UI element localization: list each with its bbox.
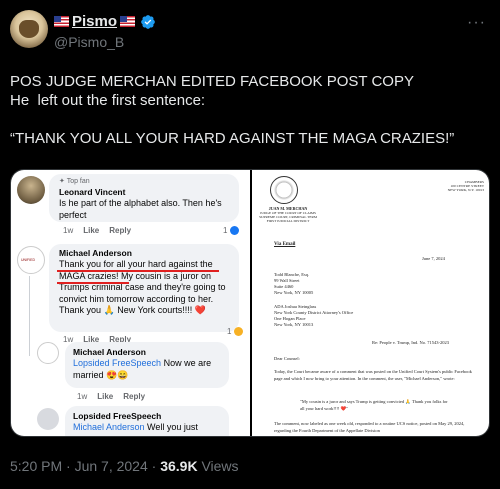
comment-text: Thank you for all your hard against the … xyxy=(59,259,226,315)
haha-reaction-icon xyxy=(233,327,243,337)
addressee-line: New York, NY 10013 xyxy=(274,322,314,327)
post-media[interactable]: ✦ Top fan Leonard Vincent Is he part of … xyxy=(10,169,490,437)
us-flag-icon xyxy=(120,16,136,27)
top-fan-badge: ✦ Top fan xyxy=(59,178,90,185)
judge-subtitle: FIRST JUDICIAL DISTRICT xyxy=(266,219,310,223)
commenter-avatar xyxy=(37,342,59,364)
via-email: Via Email xyxy=(274,242,296,247)
comment-author[interactable]: Michael Anderson xyxy=(59,248,132,258)
like-reaction-icon xyxy=(229,226,239,236)
addressee-block: ADA Joshua Steinglass New York County Di… xyxy=(274,304,353,328)
reaction-count: 1 xyxy=(227,327,243,337)
avatar-logo: UNIFIED xyxy=(21,258,35,262)
views-label: Views xyxy=(197,458,239,474)
highlight-underline xyxy=(57,270,219,272)
avatar[interactable] xyxy=(10,10,48,48)
post-footer: 5:20 PM · Jun 7, 2024 · 36.9K Views xyxy=(10,458,239,474)
comment-meta: 1w Like Reply xyxy=(63,226,131,235)
reply-button[interactable]: Reply xyxy=(109,226,131,235)
reply-button[interactable]: Reply xyxy=(123,392,145,401)
post-line: He left out the first sentence: xyxy=(10,92,206,109)
reaction-count-value: 1 xyxy=(223,226,228,235)
like-button[interactable]: Like xyxy=(97,392,113,401)
comment-text: Is he part of the alphabet also. Then he… xyxy=(59,198,222,220)
comment-time: 1w xyxy=(63,226,74,235)
tweet: Pismo @Pismo_B ··· POS JUDGE MERCHAN EDI… xyxy=(0,0,500,489)
chambers-address: NEW YORK, N.Y. 10013 xyxy=(447,188,484,192)
comment-mention[interactable]: Michael Anderson xyxy=(73,422,145,432)
top-fan-label: Top fan xyxy=(66,178,90,185)
author-display-name[interactable]: Pismo xyxy=(72,13,117,30)
court-letter-image[interactable]: JUAN M. MERCHAN JUDGE OF THE COURT OF CL… xyxy=(252,170,489,436)
comment-text: Lopsided FreeSpeech Now we are married 😍… xyxy=(73,358,225,381)
comment-author[interactable]: Leonard Vincent xyxy=(59,187,125,197)
reaction-count-value: 1 xyxy=(227,327,232,336)
more-options-icon[interactable]: ··· xyxy=(467,14,486,32)
post-line-blank xyxy=(10,110,490,129)
view-count: 36.9K xyxy=(160,458,198,474)
post-text: POS JUDGE MERCHAN EDITED FACEBOOK POST C… xyxy=(10,72,490,148)
comment-time: 1w xyxy=(77,392,88,401)
comment-mention[interactable]: Lopsided FreeSpeech xyxy=(73,358,161,368)
like-button[interactable]: Like xyxy=(83,226,99,235)
letter-salutation: Dear Counsel: xyxy=(274,356,300,361)
court-seal-icon xyxy=(270,176,298,204)
post-timestamp[interactable]: 5:20 PM · Jun 7, 2024 · xyxy=(10,458,160,474)
thread-line xyxy=(29,276,30,356)
commenter-avatar xyxy=(37,408,59,430)
commenter-avatar xyxy=(17,176,45,204)
reaction-count: 1 xyxy=(223,226,239,236)
comment-meta: 1w Like Reply xyxy=(77,392,145,401)
letter-re-line: Re: People v. Trump, Ind. No. 71543-2023 xyxy=(372,340,449,345)
letter-date: June 7, 2024 xyxy=(422,256,445,261)
addressee-block: Todd Blanche, Esq. 99 Wall Street Suite … xyxy=(274,272,313,296)
letter-body: Today, the Court became aware of a comme… xyxy=(274,369,472,381)
author-handle[interactable]: @Pismo_B xyxy=(54,34,124,50)
post-line: “THANK YOU ALL YOUR HARD AGAINST THE MAG… xyxy=(10,130,455,147)
letter-body: The comment, now labeled as one week old… xyxy=(274,421,465,433)
facebook-comments-image[interactable]: ✦ Top fan Leonard Vincent Is he part of … xyxy=(11,170,250,436)
comment-author[interactable]: Lopsided FreeSpeech xyxy=(73,411,161,421)
highlight-underline xyxy=(57,282,129,284)
comment-text: Michael Anderson Well you just xyxy=(73,422,225,434)
comment-text-body: Well you just xyxy=(144,422,198,432)
author-name-row[interactable]: Pismo xyxy=(54,13,156,30)
post-line: POS JUDGE MERCHAN EDITED FACEBOOK POST C… xyxy=(10,73,414,90)
addressee-line: New York, NY 10005 xyxy=(274,290,314,295)
comment-author[interactable]: Michael Anderson xyxy=(73,347,146,357)
letter-quote: "My cousin is a juror and says Trump is … xyxy=(300,399,448,411)
us-flag-icon xyxy=(54,16,69,27)
verified-badge-icon xyxy=(141,14,155,29)
